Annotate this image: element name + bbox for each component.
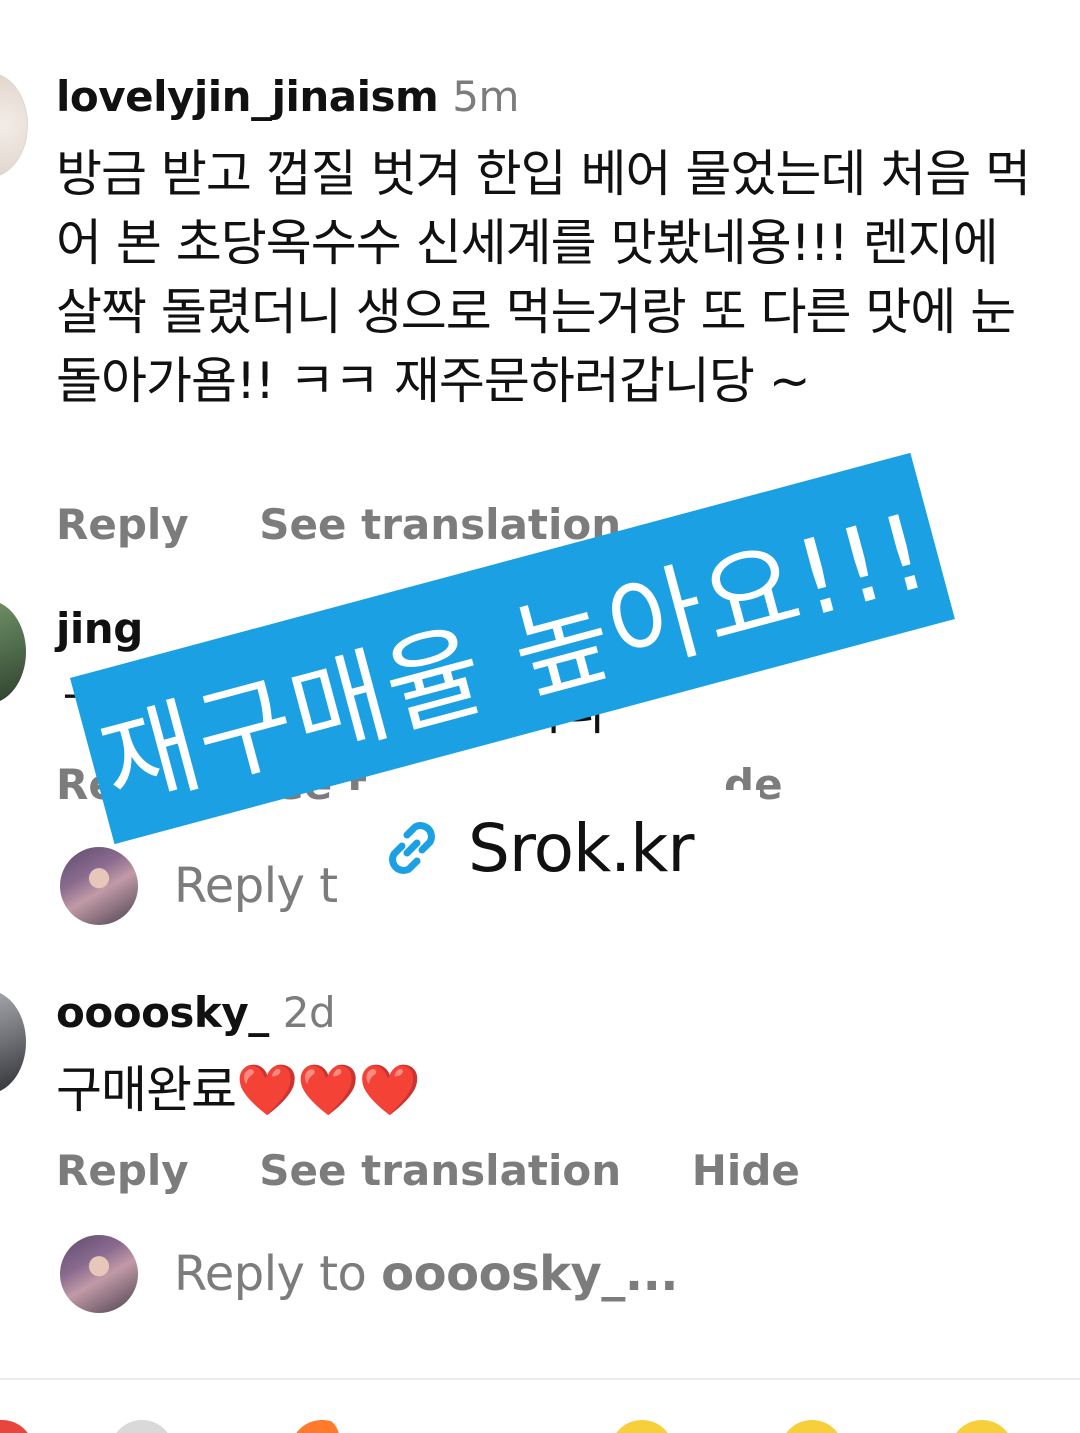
reply-input[interactable]: Reply to oooosky_... [174,1246,679,1302]
comment-actions: Reply See translation [56,500,621,549]
emoji-reaction-bar [0,1398,1080,1433]
comment-header: lovelyjin_jinaism 5m [56,72,519,121]
divider [0,1378,1080,1380]
laughing-emoji-icon[interactable] [610,1420,674,1433]
instagram-comments-screen: lovelyjin_jinaism 5m 방금 받고 껍질 벗겨 한입 베어 물었… [0,0,1080,1433]
avatar [60,1235,138,1313]
clap-emoji-icon[interactable] [110,1420,174,1433]
commenter-avatar-lovelyjin[interactable] [0,72,28,178]
shocked-emoji-icon[interactable] [950,1420,1014,1433]
comment-text: 방금 받고 껍질 벗겨 한입 베어 물었는데 처음 먹어 본 초당옥수수 신세계… [56,145,1031,410]
comment-time: 2d [282,988,336,1037]
see-translation-button[interactable]: See translation [259,1146,621,1195]
comment-text: 구매완료❤️❤️❤️ [56,1061,421,1119]
avatar [60,847,138,925]
see-translation-button[interactable]: See translation [259,500,621,549]
link-icon [374,810,450,886]
reply-button[interactable]: Reply [56,500,189,549]
raised-hands-emoji-icon[interactable] [440,1420,504,1433]
commenter-avatar-oooosky[interactable] [0,990,26,1094]
comment-actions: Reply See translation Hide [56,1146,800,1195]
reply-input-target: oooosky_... [381,1246,679,1302]
reply-row-partial: Reply t [60,846,338,926]
comment-header: oooosky_ 2d [56,988,336,1037]
link-domain: Srok.kr [468,809,695,887]
link-sticker[interactable]: Srok.kr [350,790,760,906]
reply-row: Reply to oooosky_... [60,1234,679,1314]
fire-emoji-icon[interactable] [290,1420,354,1433]
hide-button[interactable]: Hide [692,1146,800,1195]
reply-input-prefix: Reply to [174,1246,382,1302]
comment-username-partial[interactable]: jing [56,604,143,653]
commenter-avatar-jing[interactable] [0,600,26,704]
reply-button[interactable]: Reply [56,1146,189,1195]
comment-time: 5m [452,72,519,121]
comment-username[interactable]: lovelyjin_jinaism [56,72,439,121]
reply-input-partial[interactable]: Reply t [174,858,338,914]
heart-emoji-icon[interactable] [0,1420,34,1433]
comment-username[interactable]: oooosky_ [56,988,269,1037]
heart-eyes-emoji-icon[interactable] [780,1420,844,1433]
